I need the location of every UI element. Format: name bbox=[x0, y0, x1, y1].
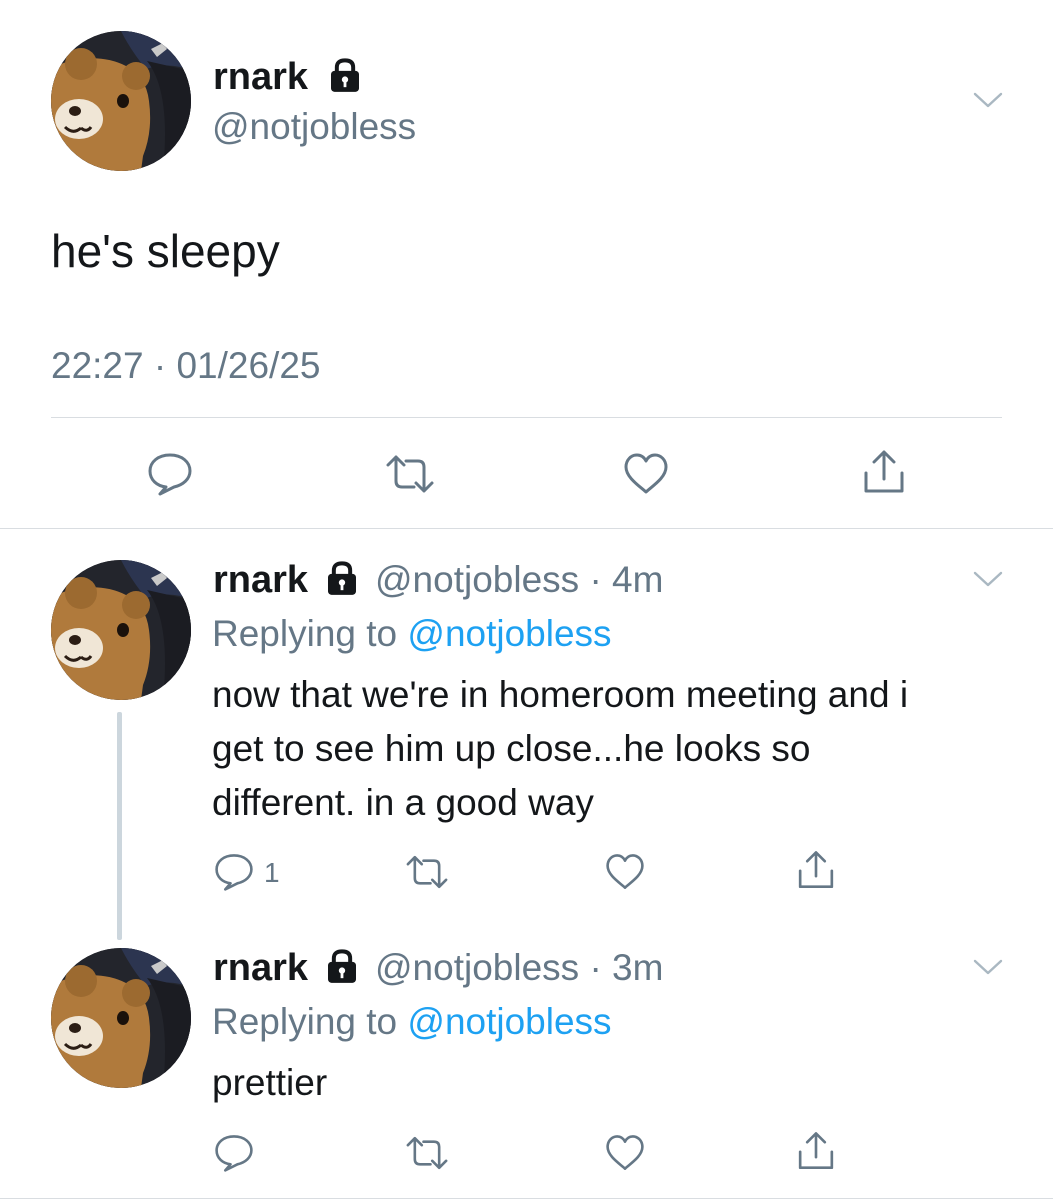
like-button[interactable] bbox=[603, 1133, 647, 1173]
tweet-text: now that we're in homeroom meeting and i… bbox=[212, 668, 1012, 830]
tweet-timestamp[interactable]: 22:27 · 01/26/25 bbox=[51, 345, 321, 387]
user-handle-time[interactable]: @notjobless · 3m bbox=[375, 949, 663, 986]
like-button[interactable] bbox=[621, 451, 671, 497]
replying-to: Replying to @notjobless bbox=[212, 1003, 612, 1040]
replying-to: Replying to @notjobless bbox=[212, 615, 612, 652]
like-button[interactable] bbox=[603, 852, 647, 892]
lock-icon bbox=[324, 949, 360, 984]
divider bbox=[0, 1198, 1053, 1199]
mention-link[interactable]: @notjobless bbox=[407, 613, 611, 654]
tweet-text-line: now that we're in homeroom meeting and i bbox=[212, 674, 909, 715]
avatar[interactable] bbox=[51, 560, 191, 700]
display-name[interactable]: rnark bbox=[213, 58, 308, 96]
chevron-down-icon[interactable] bbox=[973, 958, 1003, 976]
retweet-icon bbox=[400, 1133, 454, 1173]
reply-icon bbox=[212, 852, 256, 892]
reply-icon bbox=[145, 451, 195, 497]
retweet-button[interactable] bbox=[400, 1133, 454, 1173]
display-name[interactable]: rnark bbox=[213, 561, 308, 599]
user-handle-time[interactable]: @notjobless · 4m bbox=[375, 561, 663, 598]
share-button[interactable] bbox=[794, 848, 838, 892]
replying-prefix: Replying to bbox=[212, 613, 408, 654]
tweet-text-line: different. in a good way bbox=[212, 782, 594, 823]
reply-button[interactable] bbox=[145, 451, 195, 497]
mention-link[interactable]: @notjobless bbox=[407, 1001, 611, 1042]
lock-icon bbox=[327, 58, 363, 93]
display-name[interactable]: rnark bbox=[213, 949, 308, 987]
share-icon bbox=[794, 1129, 838, 1173]
share-button[interactable] bbox=[859, 447, 909, 497]
avatar[interactable] bbox=[51, 31, 191, 171]
tweet-text-line: prettier bbox=[212, 1062, 328, 1103]
retweet-icon bbox=[400, 852, 454, 892]
heart-icon bbox=[603, 1133, 647, 1173]
share-icon bbox=[859, 447, 909, 497]
tweet-text: prettier bbox=[212, 1056, 1012, 1110]
reply-icon bbox=[212, 1133, 256, 1173]
reply-count: 1 bbox=[264, 857, 280, 888]
tweet-text: he's sleepy bbox=[51, 225, 280, 277]
user-handle[interactable]: @notjobless bbox=[212, 108, 416, 145]
share-icon bbox=[794, 848, 838, 892]
reply-button[interactable] bbox=[212, 1133, 256, 1173]
share-button[interactable] bbox=[794, 1129, 838, 1173]
chevron-down-icon[interactable] bbox=[973, 570, 1003, 588]
divider bbox=[0, 528, 1053, 529]
divider bbox=[51, 417, 1002, 418]
retweet-button[interactable] bbox=[400, 852, 454, 892]
lock-icon bbox=[324, 561, 360, 596]
heart-icon bbox=[621, 451, 671, 497]
heart-icon bbox=[603, 852, 647, 892]
retweet-icon bbox=[380, 451, 440, 497]
avatar[interactable] bbox=[51, 948, 191, 1088]
thread-connector bbox=[117, 712, 122, 940]
tweet-text-line: get to see him up close...he looks so bbox=[212, 728, 811, 769]
chevron-down-icon[interactable] bbox=[973, 91, 1003, 109]
retweet-button[interactable] bbox=[380, 451, 440, 497]
reply-button[interactable] bbox=[212, 852, 256, 892]
replying-prefix: Replying to bbox=[212, 1001, 408, 1042]
